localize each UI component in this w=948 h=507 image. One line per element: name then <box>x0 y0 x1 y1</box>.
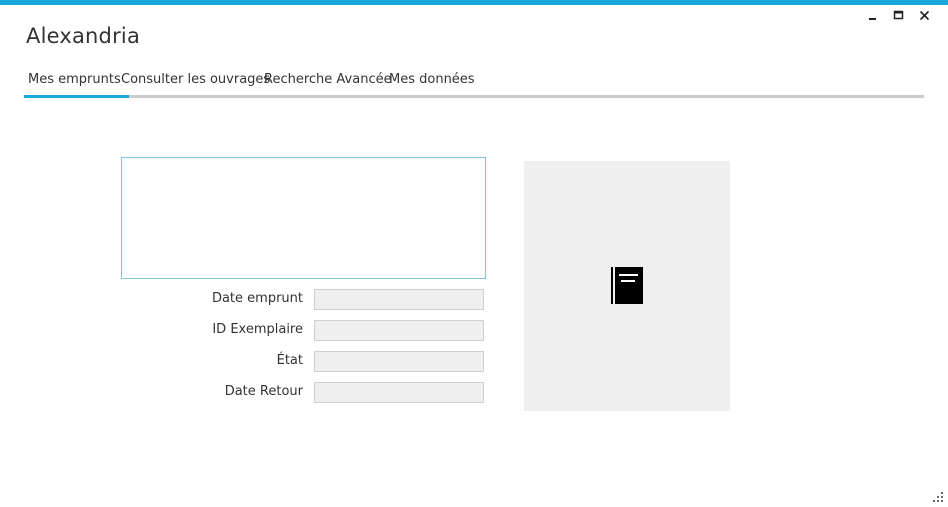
tab-mes-donnees[interactable]: Mes données <box>389 72 475 98</box>
tab-label: Recherche Avancée <box>264 72 392 87</box>
maximize-button[interactable] <box>886 8 912 24</box>
app-window: Alexandria Mes emprunts Consulter les ou… <box>0 0 948 507</box>
minimize-icon <box>869 18 876 20</box>
etat-field[interactable] <box>314 351 484 372</box>
close-icon <box>919 10 930 21</box>
window-accent-bar <box>0 0 948 5</box>
tab-label: Mes emprunts <box>28 72 121 87</box>
tab-consulter-les-ouvrages[interactable]: Consulter les ouvrages <box>121 72 270 98</box>
id-exemplaire-label: ID Exemplaire <box>212 322 303 337</box>
loan-list[interactable] <box>121 157 486 279</box>
date-emprunt-label: Date emprunt <box>211 291 303 306</box>
resize-grip-icon[interactable] <box>932 491 944 503</box>
minimize-button[interactable] <box>860 8 886 24</box>
book-cover-panel <box>524 161 730 411</box>
etat-label: État <box>276 353 303 368</box>
book-icon <box>611 267 643 304</box>
tab-bar: Mes emprunts Consulter les ouvrages Rech… <box>24 70 924 98</box>
date-retour-label: Date Retour <box>224 384 303 399</box>
active-tab-indicator <box>24 95 129 98</box>
id-exemplaire-field[interactable] <box>314 320 484 341</box>
tab-mes-emprunts[interactable]: Mes emprunts <box>24 72 129 98</box>
window-controls <box>860 8 938 24</box>
date-emprunt-field[interactable] <box>314 289 484 310</box>
tab-recherche-avancee[interactable]: Recherche Avancée <box>264 72 392 98</box>
tab-label: Mes données <box>389 72 475 87</box>
date-retour-field[interactable] <box>314 382 484 403</box>
maximize-icon <box>893 10 904 20</box>
close-button[interactable] <box>912 8 938 24</box>
app-title: Alexandria <box>26 24 141 48</box>
tab-label: Consulter les ouvrages <box>121 72 271 87</box>
